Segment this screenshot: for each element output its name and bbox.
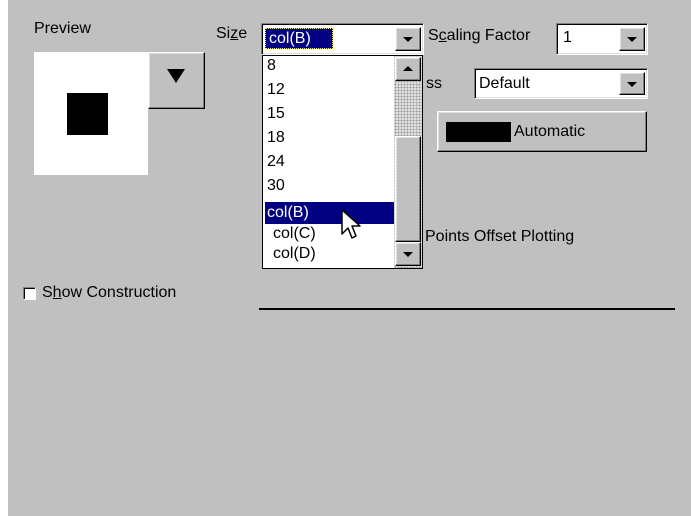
- size-option[interactable]: 15: [263, 106, 397, 122]
- chevron-down-icon: [627, 82, 637, 87]
- color-button-label: Automatic: [514, 123, 586, 140]
- size-label: Size: [216, 25, 248, 42]
- size-combobox-value: col(B): [269, 30, 311, 47]
- scaling-factor-label: Scaling Factor: [428, 27, 531, 44]
- mouse-pointer-icon: [341, 209, 361, 239]
- size-option[interactable]: col(D): [263, 246, 403, 262]
- edge-thickness-combobox[interactable]: Default: [474, 68, 648, 99]
- size-combobox[interactable]: col(B): [261, 23, 424, 55]
- chevron-up-icon: [403, 66, 413, 71]
- scaling-factor-value: 1: [563, 29, 572, 46]
- scaling-dropdown-button[interactable]: [619, 27, 645, 51]
- size-option[interactable]: col(C): [263, 226, 403, 242]
- scaling-factor-combobox[interactable]: 1: [556, 23, 648, 55]
- size-option[interactable]: 24: [263, 154, 397, 170]
- color-swatch: [446, 122, 511, 142]
- size-option[interactable]: 8: [263, 58, 397, 74]
- scroll-thumb[interactable]: [395, 136, 421, 242]
- size-option-selected[interactable]: col(B): [265, 202, 395, 224]
- size-dropdown-button[interactable]: [395, 27, 421, 51]
- preview-symbol: [67, 93, 108, 135]
- size-combobox-selection: col(B): [265, 28, 333, 49]
- symbol-shape-dropdown-button[interactable]: [148, 52, 205, 109]
- edge-thickness-label-partial: ss: [426, 75, 442, 92]
- preview-box: [34, 52, 148, 175]
- scroll-down-button[interactable]: [395, 242, 421, 266]
- chevron-down-icon: [403, 252, 413, 257]
- size-option[interactable]: 30: [263, 178, 397, 194]
- separator-line: [259, 308, 675, 310]
- edge-thickness-value: Default: [479, 75, 530, 92]
- size-option[interactable]: 12: [263, 82, 397, 98]
- chevron-down-icon: [627, 37, 637, 42]
- show-construction-label[interactable]: Show Construction: [42, 284, 176, 302]
- triangle-down-icon: [167, 69, 185, 83]
- edge-dropdown-button[interactable]: [619, 72, 645, 95]
- points-offset-plotting-label: Points Offset Plotting: [425, 228, 575, 245]
- dropdown-scrollbar[interactable]: [394, 56, 422, 268]
- size-option[interactable]: 18: [263, 130, 397, 146]
- color-button[interactable]: Automatic: [437, 111, 647, 152]
- scroll-up-button[interactable]: [395, 57, 421, 81]
- show-construction-checkbox[interactable]: [23, 287, 36, 300]
- chevron-down-icon: [403, 37, 413, 42]
- preview-label: Preview: [34, 20, 91, 37]
